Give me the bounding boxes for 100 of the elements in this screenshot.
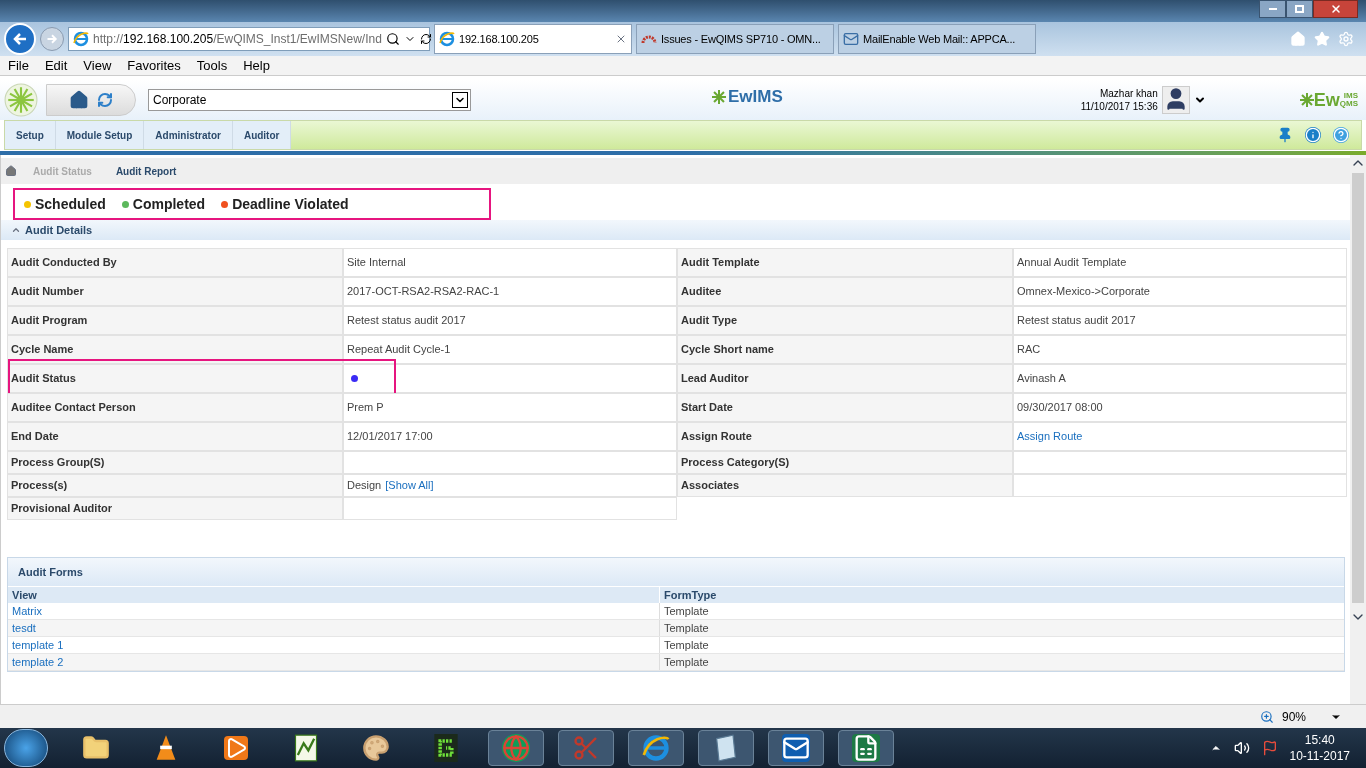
legend-label: Completed (132, 194, 206, 214)
chart-icon (294, 734, 318, 762)
speaker-icon[interactable] (1233, 740, 1250, 756)
section-title: Audit Details (25, 222, 93, 238)
field-label: Cycle Name (7, 335, 343, 364)
forward-button[interactable] (40, 27, 64, 51)
column-header: FormType (663, 588, 718, 603)
field-label: Audit Status (7, 364, 343, 393)
taskbar-button[interactable] (768, 730, 824, 766)
tab-title: Issues - EwQIMS SP710 - OMN... (661, 31, 821, 47)
assign-route-link[interactable]: Assign Route (1017, 428, 1083, 445)
asterisk-icon (712, 89, 726, 104)
table-cell-text: Template (663, 637, 710, 653)
globe-icon (502, 734, 530, 762)
back-button[interactable] (4, 23, 36, 55)
field-label: Process(s) (7, 474, 343, 497)
address-text: http://192.168.100.205/EwQIMS_Inst1/EwIMSNew/Ind (93, 31, 382, 48)
clock-time: 15:40 (1304, 732, 1335, 748)
table-cell-text: Template (663, 620, 710, 636)
table-cell-text: Template (663, 603, 710, 619)
user-avatar[interactable] (1161, 86, 1190, 114)
menu-item[interactable]: Tools (196, 55, 228, 76)
pin-icon[interactable] (1277, 127, 1293, 143)
menu-item[interactable]: View (83, 55, 112, 76)
taskbar-button[interactable] (838, 730, 894, 766)
field-value: Retest status audit 2017 (1017, 313, 1136, 329)
flag-icon[interactable] (1261, 740, 1278, 756)
section-header[interactable]: Audit Details (1, 220, 1350, 240)
mail-icon (782, 734, 810, 762)
menu-item[interactable]: Favorites (127, 55, 181, 76)
tab-title: MailEnable Web Mail:: APPCA... (863, 31, 1016, 47)
show-all-link[interactable]: [Show All] (385, 477, 434, 494)
field-label: Audit Number (7, 277, 343, 306)
table-cell-text: Template (663, 654, 710, 670)
field-value: Avinash A (1017, 371, 1066, 387)
browser-tab[interactable]: MailEnable Web Mail:: APPCA... (838, 24, 1036, 54)
play-icon (224, 736, 248, 760)
field-label: End Date (7, 422, 343, 451)
zoom-icon[interactable] (1259, 709, 1274, 724)
search-icon (385, 32, 400, 46)
menu-item[interactable]: Help (243, 55, 270, 76)
close-icon (1329, 3, 1342, 15)
minimize-button[interactable] (1259, 0, 1286, 18)
menu-item[interactable]: File (8, 55, 29, 76)
browser-tab[interactable]: Issues - EwQIMS SP710 - OMN... (636, 24, 834, 54)
logo-subscript: QMS (1339, 100, 1358, 108)
form-link[interactable]: template 2 (12, 653, 64, 671)
breadcrumb-item[interactable]: Audit Report (107, 163, 185, 179)
field-value: RAC (1017, 342, 1041, 358)
form-link[interactable]: tesdt (12, 619, 36, 637)
nav-tab[interactable]: Administrator (144, 121, 233, 149)
field-label: Lead Auditor (677, 364, 1013, 393)
logo-superscript: IMS (1342, 92, 1358, 100)
site-select[interactable]: Corporate (148, 89, 471, 111)
nav-tab[interactable]: Setup (5, 121, 56, 149)
collapse-icon (11, 225, 21, 235)
field-label: Process Category(S) (677, 451, 1013, 474)
field-label: Provisional Auditor (7, 497, 343, 520)
field-value: 2017-OCT-RSA2-RSA2-RAC-1 (347, 284, 500, 300)
envelope-icon (843, 31, 859, 47)
refresh-icon[interactable] (97, 92, 113, 108)
info-icon[interactable] (1305, 127, 1321, 143)
address-field[interactable]: http://192.168.100.205/EwQIMS_Inst1/EwIMSNew/Ind (68, 27, 430, 51)
home-icon[interactable] (5, 165, 17, 177)
refresh-icon (419, 33, 432, 45)
nav-tab[interactable]: Auditor (232, 121, 292, 149)
asterisk-icon (1299, 93, 1314, 107)
form-link[interactable]: Matrix (12, 602, 42, 620)
field-label: Auditee Contact Person (7, 393, 343, 422)
field-label: Process Group(S) (7, 451, 343, 474)
notepad-icon (714, 734, 738, 762)
menu-item[interactable]: Edit (44, 55, 68, 76)
field-label: Auditee (677, 277, 1013, 306)
cone-icon (154, 734, 178, 762)
restore-button[interactable] (1286, 0, 1313, 18)
start-button[interactable] (4, 729, 48, 767)
user-name: Mazhar khan (1099, 87, 1158, 100)
dropdown-icon (452, 92, 468, 108)
zoom-level[interactable]: 90% (1281, 707, 1306, 726)
browser-tab[interactable]: 192.168.100.205 (434, 24, 632, 54)
globe-e-icon (73, 31, 89, 47)
form-link[interactable]: template 1 (12, 636, 64, 654)
field-label: Audit Conducted By (7, 248, 343, 277)
scrollbar[interactable] (1350, 155, 1366, 704)
palette-icon (362, 734, 390, 762)
arrow-left-icon (12, 31, 28, 47)
field-label: Audit Template (677, 248, 1013, 277)
center-logo: EwIMS (728, 88, 783, 105)
help-icon[interactable] (1333, 127, 1349, 143)
home-icon[interactable] (69, 90, 89, 110)
field-label: Audit Type (677, 306, 1013, 335)
field-value: 12/01/2017 17:00 (347, 429, 433, 445)
field-value: Retest status audit 2017 (347, 313, 466, 329)
section-title: Audit Forms (18, 564, 83, 580)
tab-title: 192.168.100.205 (459, 31, 539, 47)
close-button[interactable] (1313, 0, 1358, 18)
legend-label: Scheduled (35, 194, 106, 214)
field-value: Design (347, 478, 382, 494)
nav-tab[interactable]: Module Setup (55, 121, 145, 149)
close-tab-icon[interactable] (615, 33, 627, 45)
